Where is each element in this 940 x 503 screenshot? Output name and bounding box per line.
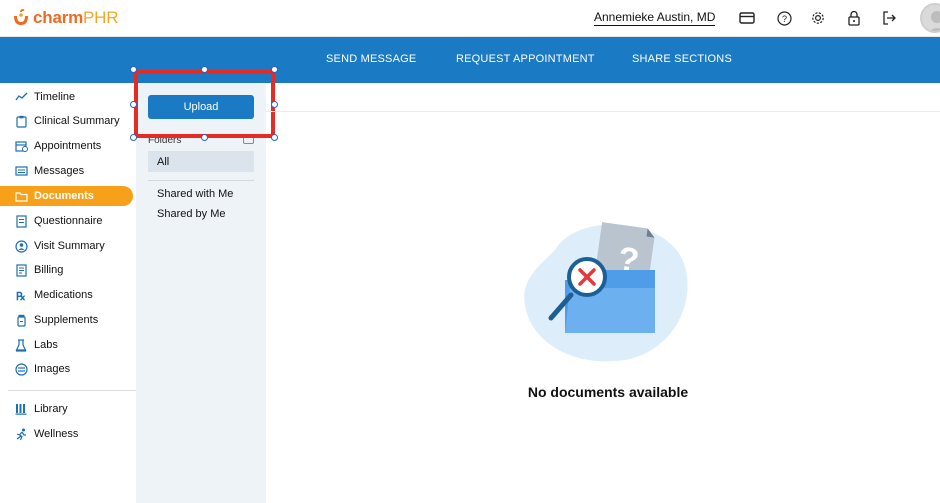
annotation-highlight-box <box>134 70 275 138</box>
resize-handle[interactable] <box>130 134 137 141</box>
rx-icon: ℞ <box>14 288 28 302</box>
logout-icon[interactable] <box>880 9 898 27</box>
resize-handle[interactable] <box>271 134 278 141</box>
library-icon <box>14 402 28 416</box>
sidebar-item-supplements[interactable]: Supplements <box>0 310 133 330</box>
sidebar-item-images[interactable]: Images <box>0 359 133 379</box>
sidebar-item-library[interactable]: Library <box>0 399 133 419</box>
timeline-icon <box>14 90 28 104</box>
lock-icon[interactable] <box>845 9 863 27</box>
sidebar-item-wellness[interactable]: Wellness <box>0 424 133 444</box>
sidebar-item-clinical-summary[interactable]: Clinical Summary <box>0 111 133 131</box>
sidebar-item-label: Clinical Summary <box>34 115 120 127</box>
sidebar-item-label: Labs <box>34 339 58 351</box>
sidebar-item-label: Questionnaire <box>34 215 103 227</box>
top-header: charmPHR Annemieke Austin, MD ? <box>0 0 940 37</box>
sidebar-item-label: Messages <box>34 165 85 177</box>
resize-handle[interactable] <box>201 134 208 141</box>
folder-item-shared-by-me[interactable]: Shared by Me <box>157 208 225 220</box>
logo-mark-icon <box>12 9 30 27</box>
card-icon[interactable] <box>738 9 756 27</box>
share-sections-link[interactable]: SHARE SECTIONS <box>632 53 732 65</box>
resize-handle[interactable] <box>130 66 137 73</box>
main-toolbar-divider <box>266 111 940 112</box>
flask-icon <box>14 338 28 352</box>
folder-divider <box>148 180 254 181</box>
sidebar-item-appointments[interactable]: Appointments <box>0 136 133 156</box>
folder-item-shared-with-me[interactable]: Shared with Me <box>157 188 233 200</box>
sidebar-item-billing[interactable]: Billing <box>0 260 133 280</box>
running-icon <box>14 427 28 441</box>
charm-phr-logo[interactable]: charmPHR <box>12 8 119 28</box>
resize-handle[interactable] <box>271 101 278 108</box>
resize-handle[interactable] <box>271 66 278 73</box>
sidebar-item-documents[interactable]: Documents <box>0 186 133 206</box>
gear-icon[interactable] <box>809 9 827 27</box>
sidebar: Timeline Clinical Summary Appointments M… <box>0 83 136 503</box>
sidebar-item-label: Supplements <box>34 314 99 326</box>
sidebar-item-label: Visit Summary <box>34 240 105 252</box>
sidebar-item-label: Images <box>34 363 71 375</box>
sidebar-item-label: Wellness <box>34 428 79 440</box>
avatar[interactable] <box>920 3 940 33</box>
sidebar-item-messages[interactable]: Messages <box>0 161 133 181</box>
sidebar-item-label: Billing <box>34 264 64 276</box>
user-name-link[interactable]: Annemieke Austin, MD <box>594 10 716 26</box>
help-icon[interactable]: ? <box>775 9 793 27</box>
calendar-icon <box>14 139 28 153</box>
sidebar-divider <box>8 390 136 391</box>
supplement-icon <box>14 313 28 327</box>
sidebar-item-label: Timeline <box>34 91 76 103</box>
resize-handle[interactable] <box>201 66 208 73</box>
folder-item-all[interactable]: All <box>148 151 254 172</box>
billing-icon <box>14 263 28 277</box>
logo-text: charmPHR <box>33 8 119 27</box>
clipboard-icon <box>14 114 28 128</box>
documents-folder-panel: Upload Folders All Shared with Me Shared… <box>136 83 266 503</box>
sidebar-item-questionnaire[interactable]: Questionnaire <box>0 211 133 231</box>
request-appointment-link[interactable]: REQUEST APPOINTMENT <box>456 53 595 65</box>
folder-icon <box>14 189 28 203</box>
no-documents-icon: ? <box>524 222 688 362</box>
empty-state-message: No documents available <box>527 384 689 400</box>
sidebar-item-medications[interactable]: ℞ Medications <box>0 285 133 305</box>
svg-text:℞: ℞ <box>16 291 26 302</box>
empty-documents-illustration: ? <box>515 210 695 370</box>
resize-handle[interactable] <box>130 101 137 108</box>
sidebar-item-label: Medications <box>34 289 93 301</box>
message-icon <box>14 164 28 178</box>
svg-text:?: ? <box>781 14 786 24</box>
sidebar-item-label: Appointments <box>34 140 102 152</box>
sidebar-item-visit-summary[interactable]: Visit Summary <box>0 236 133 256</box>
sidebar-item-label: Library <box>34 403 68 415</box>
sidebar-item-label: Documents <box>34 190 94 202</box>
image-icon <box>14 362 28 376</box>
send-message-link[interactable]: SEND MESSAGE <box>326 53 416 65</box>
sidebar-item-labs[interactable]: Labs <box>0 335 133 355</box>
sidebar-item-timeline[interactable]: Timeline <box>0 87 133 107</box>
visit-icon <box>14 239 28 253</box>
questionnaire-icon <box>14 214 28 228</box>
